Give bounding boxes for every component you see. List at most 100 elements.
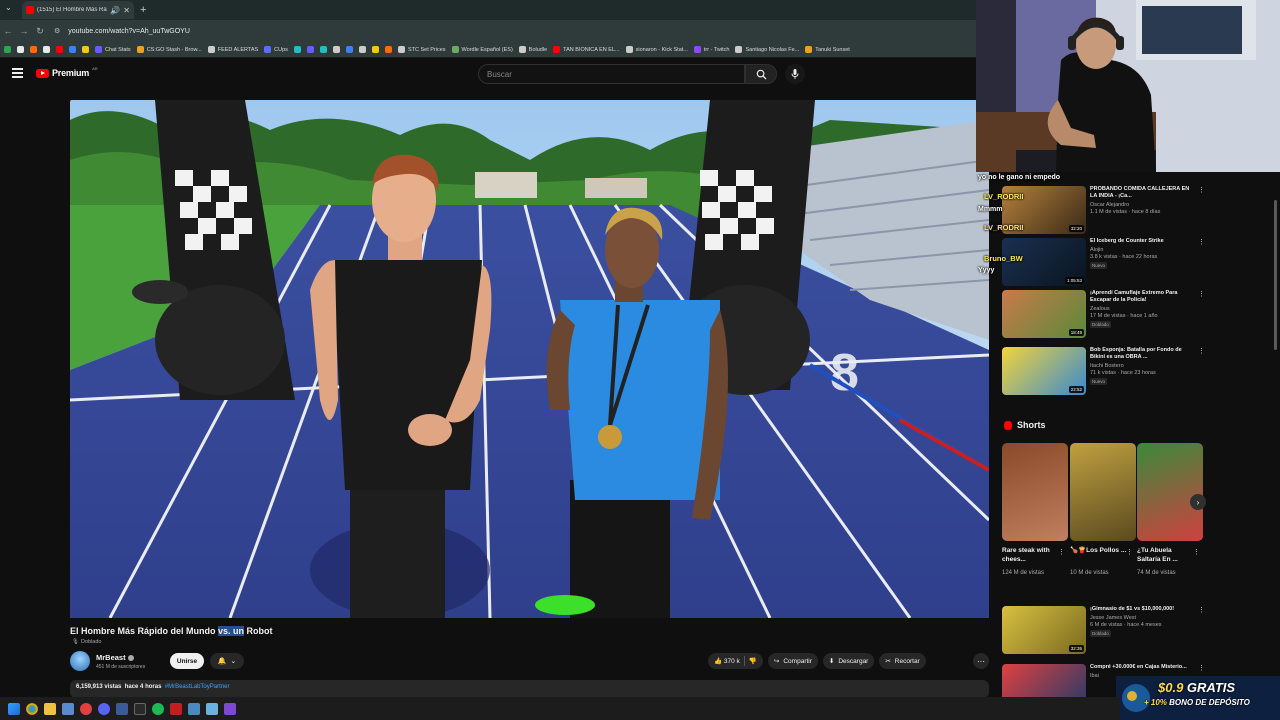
channel-name[interactable]: Jesse James West <box>1090 615 1194 621</box>
bookmark-item[interactable]: Wordle Español (ES) <box>451 46 513 53</box>
bookmark-item[interactable] <box>293 46 301 53</box>
bookmark-item[interactable] <box>56 46 63 53</box>
new-tab-icon[interactable]: + <box>140 4 146 16</box>
reload-icon[interactable]: ↻ <box>32 26 48 37</box>
more-vert-icon[interactable]: ⋮ <box>1198 606 1205 614</box>
more-vert-icon[interactable]: ⋮ <box>1126 548 1133 556</box>
more-vert-icon[interactable]: ⋮ <box>1198 347 1205 355</box>
short-thumbnail[interactable] <box>1070 443 1136 541</box>
related-video-item[interactable]: 22:52 Bob Esponja: Batalla por Fondo de B… <box>1002 347 1205 395</box>
app-icon[interactable] <box>206 702 218 715</box>
dislike-button[interactable]: 👎 <box>749 657 757 665</box>
bookmark-item[interactable]: CS:GO Stash - Brow... <box>136 46 202 53</box>
short-thumbnail[interactable] <box>1002 443 1068 541</box>
subscribed-bell-button[interactable]: 🔔 ⌄ <box>210 653 244 669</box>
youtube-logo[interactable]: Premium AR <box>36 66 98 78</box>
video-thumbnail[interactable]: 18:49 <box>1002 290 1086 338</box>
bookmark-item[interactable]: Tanuki Sunset <box>805 46 850 53</box>
video-title[interactable]: PROBANDO COMIDA CALLEJERA EN LA INDIA - … <box>1090 186 1194 200</box>
video-thumbnail[interactable]: 32:35 <box>1002 606 1086 654</box>
bookmark-item[interactable] <box>69 46 76 53</box>
video-thumbnail[interactable]: 22:52 <box>1002 347 1086 395</box>
chrome-icon[interactable] <box>26 702 38 715</box>
video-title[interactable]: Bob Esponja: Batalla por Fondo de Bikini… <box>1090 347 1194 361</box>
obs-icon[interactable] <box>224 702 236 715</box>
join-button[interactable]: Unirse <box>170 653 204 669</box>
clip-button[interactable]: ✂ Recortar <box>879 653 926 669</box>
bookmark-item[interactable]: sionaron - Kick Stat... <box>625 46 688 53</box>
bookmark-item[interactable] <box>82 46 89 53</box>
bookmark-item[interactable]: trr - Twitch <box>693 46 729 53</box>
more-vert-icon[interactable]: ⋮ <box>1058 548 1065 556</box>
video-player[interactable]: 5 8 <box>70 100 989 618</box>
more-vert-icon[interactable]: ⋮ <box>1198 290 1205 298</box>
bookmark-item[interactable]: STC Set Prices <box>397 46 446 53</box>
channel-name[interactable]: Itachi Bostero <box>1090 363 1194 369</box>
bookmark-item[interactable] <box>43 46 50 53</box>
back-icon[interactable]: ← <box>0 26 16 36</box>
search-input[interactable]: Buscar <box>478 64 745 84</box>
search-button[interactable] <box>745 64 777 84</box>
spotify-icon[interactable] <box>152 702 164 715</box>
short-title[interactable]: ¿Tu Abuela Saltaría En ... <box>1137 546 1195 564</box>
short-title[interactable]: Rare steak with chees... <box>1002 546 1060 564</box>
file-explorer-icon[interactable] <box>44 702 56 715</box>
bookmark-item[interactable] <box>371 46 379 53</box>
voice-search-button[interactable] <box>785 64 805 84</box>
more-vert-icon[interactable]: ⋮ <box>1198 238 1205 246</box>
app-icon[interactable] <box>62 702 74 715</box>
forward-icon[interactable]: → <box>16 26 32 36</box>
video-title[interactable]: ¡Gimnasio de $1 vs $10,000,000! <box>1090 606 1194 613</box>
channel-name[interactable]: Alojin <box>1090 247 1194 253</box>
video-title[interactable]: Compré +30.000€ en Cajas Misterio... <box>1090 664 1194 671</box>
bookmark-item[interactable] <box>4 46 11 53</box>
download-button[interactable]: ⬇ Descargar <box>822 653 875 669</box>
short-title[interactable]: 🍗🍟Los Pollos ... <box>1070 546 1128 555</box>
more-vert-icon[interactable]: ⋮ <box>1198 186 1205 194</box>
app-icon[interactable] <box>188 702 200 715</box>
related-video-item[interactable]: 1:05:53 El Iceberg de Counter Strike Aloji… <box>1002 238 1205 286</box>
app-icon[interactable] <box>134 702 146 715</box>
channel-avatar[interactable] <box>70 651 90 671</box>
bookmark-item[interactable] <box>306 46 314 53</box>
bookmark-item[interactable] <box>319 46 327 53</box>
windows-start-icon[interactable] <box>8 702 20 715</box>
short-thumbnail[interactable] <box>1137 443 1203 541</box>
share-button[interactable]: ↪ Compartir <box>767 653 818 669</box>
related-video-item[interactable]: 32:35 ¡Gimnasio de $1 vs $10,000,000! Jess… <box>1002 606 1205 654</box>
bookmark-item[interactable] <box>384 46 392 53</box>
channel-name[interactable]: Zealous <box>1090 306 1194 312</box>
related-video-item[interactable]: 18:49 ¡Aprendí Camuflaje Extremo Para Esc… <box>1002 290 1205 338</box>
menu-icon[interactable] <box>12 68 23 78</box>
channel-name[interactable]: Oscar Alejandro <box>1090 202 1194 208</box>
app-icon[interactable] <box>170 702 182 715</box>
url-field[interactable]: youtube.com/watch?v=Ah_uuTwGOYU <box>68 28 190 35</box>
more-options-icon[interactable]: ⋯ <box>973 653 989 669</box>
description-box[interactable]: 6,159,913 vistas hace 4 horas #MrBeastLa… <box>70 680 989 698</box>
bookmark-item[interactable]: TAN BIONICA EN EL... <box>553 46 620 53</box>
more-vert-icon[interactable]: ⋮ <box>1198 664 1205 672</box>
bookmark-item[interactable] <box>358 46 366 53</box>
bookmark-item[interactable]: CUps <box>264 46 288 53</box>
more-vert-icon[interactable]: ⋮ <box>1193 548 1200 556</box>
bookmark-item[interactable] <box>345 46 353 53</box>
browser-tab-active[interactable]: (1515) El Hombre Más Rápi 🔊 ✕ <box>22 1 134 19</box>
close-tab-icon[interactable]: ✕ <box>123 6 130 15</box>
shorts-next-icon[interactable]: › <box>1190 494 1206 510</box>
scrollbar[interactable] <box>1274 200 1277 350</box>
video-title[interactable]: ¡Aprendí Camuflaje Extremo Para Escapar … <box>1090 290 1194 304</box>
app-icon[interactable] <box>116 702 128 715</box>
hashtag-link[interactable]: #MrBeastLabToyPartner <box>165 684 230 690</box>
bookmark-item[interactable] <box>332 46 340 53</box>
like-button[interactable]: 👍 370 k <box>714 657 740 665</box>
related-video-item[interactable]: 32:20 PROBANDO COMIDA CALLEJERA EN LA IND… <box>1002 186 1205 234</box>
bookmark-item[interactable]: Santiago Nicolas Fe... <box>735 46 799 53</box>
channel-name[interactable]: MrBeast <box>96 653 134 662</box>
tab-search-icon[interactable]: ⌄ <box>5 3 12 12</box>
bookmark-item[interactable]: Chat Stats <box>95 46 131 53</box>
app-icon[interactable] <box>80 702 92 715</box>
bookmark-item[interactable]: FEED ALERTAS <box>207 46 258 53</box>
bookmark-item[interactable] <box>17 46 24 53</box>
video-title[interactable]: El Iceberg de Counter Strike <box>1090 238 1194 245</box>
bookmark-item[interactable]: Boludle <box>518 46 547 53</box>
